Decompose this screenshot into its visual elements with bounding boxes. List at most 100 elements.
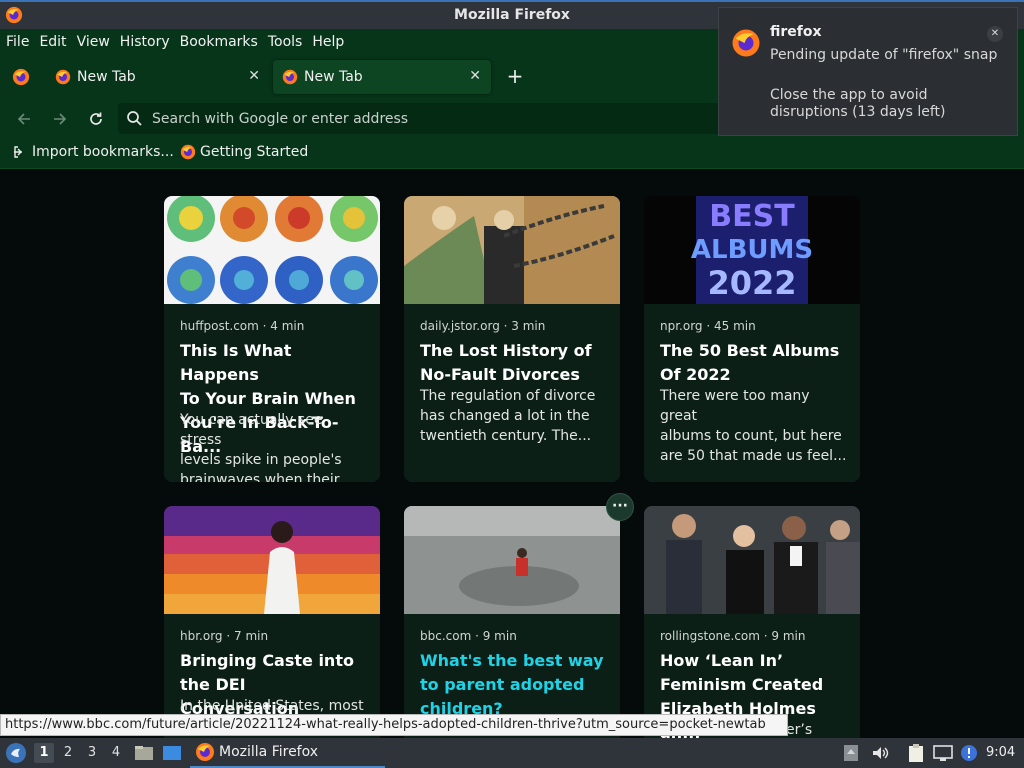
story-excerpt: er’s bbox=[786, 720, 860, 738]
firefox-icon bbox=[55, 69, 71, 85]
menu-help[interactable]: Help bbox=[312, 34, 344, 50]
taskbar-window-label: Mozilla Firefox bbox=[219, 744, 319, 760]
story-title-line: Feminism Created bbox=[660, 675, 824, 694]
screen: Mozilla Firefox File Edit View History B… bbox=[0, 0, 1024, 768]
story-card[interactable]: BEST ALBUMS 2022 npr.org · 45 min The 50… bbox=[644, 196, 860, 482]
tray-scroll-button[interactable] bbox=[843, 738, 859, 768]
volume-control[interactable] bbox=[871, 738, 889, 768]
menu-bookmarks[interactable]: Bookmarks bbox=[180, 34, 258, 50]
story-title: The Lost History of No-Fault Divorces bbox=[420, 339, 610, 387]
search-icon bbox=[127, 111, 142, 126]
story-excerpt-line: brainwaves when their wo... bbox=[180, 472, 340, 482]
menu-tools[interactable]: Tools bbox=[268, 34, 303, 50]
story-source: bbc.com · 9 min bbox=[420, 629, 517, 643]
taskbar: 1 2 3 4 Mozilla Firefox 9:04 bbox=[0, 738, 1024, 768]
bookmarks-toolbar: Import bookmarks... Getting Started bbox=[0, 139, 1024, 169]
story-excerpt: There were too many great albums to coun… bbox=[660, 386, 848, 466]
desktop-icon bbox=[163, 746, 181, 760]
address-bar[interactable] bbox=[118, 103, 738, 134]
story-excerpt-line: albums to count, but here bbox=[660, 428, 842, 444]
story-title-line: The 50 Best Albums bbox=[660, 341, 840, 360]
story-thumbnail bbox=[644, 506, 860, 614]
bookmark-getting-started[interactable]: Getting Started bbox=[180, 144, 308, 160]
story-card[interactable]: bbc.com · 9 min What's the best way to p… bbox=[404, 506, 620, 738]
firefox-icon bbox=[282, 69, 298, 85]
story-source: npr.org · 45 min bbox=[660, 319, 756, 333]
story-card[interactable]: hbr.org · 7 min Bringing Caste into the … bbox=[164, 506, 380, 738]
menu-edit[interactable]: Edit bbox=[39, 34, 66, 50]
story-card[interactable]: huffpost.com · 4 min This Is What Happen… bbox=[164, 196, 380, 482]
workspace-2[interactable]: 2 bbox=[58, 743, 78, 763]
story-source: rollingstone.com · 9 min bbox=[660, 629, 806, 643]
workspace-1[interactable]: 1 bbox=[34, 743, 54, 763]
firefox-icon bbox=[196, 743, 214, 761]
clipboard-tray[interactable] bbox=[907, 738, 925, 768]
story-thumbnail: BEST ALBUMS 2022 bbox=[644, 196, 860, 304]
taskbar-clock[interactable]: 9:04 bbox=[986, 745, 1015, 760]
notification-app-name: firefox bbox=[770, 24, 822, 40]
tab-new-tab-2[interactable]: New Tab ✕ bbox=[273, 60, 491, 94]
import-icon bbox=[14, 146, 22, 158]
url-input[interactable] bbox=[152, 106, 722, 131]
pinned-tab-firefox[interactable] bbox=[4, 62, 38, 92]
arrow-left-icon bbox=[17, 113, 30, 125]
story-title-line: Bringing Caste into bbox=[180, 651, 354, 670]
story-thumbnail bbox=[404, 196, 620, 304]
story-source: daily.jstor.org · 3 min bbox=[420, 319, 546, 333]
update-notification[interactable]: firefox ✕ Pending update of "firefox" sn… bbox=[718, 7, 1018, 136]
story-thumbnail bbox=[404, 506, 620, 614]
bookmark-label: Getting Started bbox=[200, 144, 309, 160]
new-tab-button[interactable]: + bbox=[503, 64, 527, 88]
update-notifier-tray[interactable] bbox=[960, 738, 978, 768]
file-manager-launcher[interactable] bbox=[134, 738, 154, 768]
story-excerpt-line: The regulation of divorce bbox=[420, 388, 596, 404]
card-context-menu-button[interactable]: ··· bbox=[606, 493, 634, 521]
story-title-line: This Is What Happens bbox=[180, 341, 292, 384]
thumb-text: BEST bbox=[709, 199, 795, 234]
forward-button[interactable] bbox=[48, 107, 72, 131]
workspace-4[interactable]: 4 bbox=[106, 743, 126, 763]
tab-new-tab-1[interactable]: New Tab ✕ bbox=[46, 60, 270, 94]
story-title-line: How ‘Lean In’ bbox=[660, 651, 784, 670]
story-card[interactable]: daily.jstor.org · 3 min The Lost History… bbox=[404, 196, 620, 482]
link-status-url: https://www.bbc.com/future/article/20221… bbox=[0, 714, 788, 736]
taskbar-window-firefox[interactable]: Mozilla Firefox bbox=[190, 738, 385, 768]
story-thumbnail bbox=[164, 196, 380, 304]
close-icon[interactable]: ✕ bbox=[987, 26, 1003, 42]
network-tray[interactable] bbox=[933, 738, 953, 768]
bookmark-import[interactable]: Import bookmarks... bbox=[12, 144, 174, 160]
thumb-text: ALBUMS bbox=[691, 235, 813, 265]
story-excerpt-line: There were too many great bbox=[660, 388, 810, 424]
notification-detail: Close the app to avoid disruptions (13 d… bbox=[770, 87, 946, 120]
story-card[interactable]: rollingstone.com · 9 min How ‘Lean In’ F… bbox=[644, 506, 860, 738]
story-title-line: Of 2022 bbox=[660, 365, 731, 384]
story-thumbnail bbox=[164, 506, 380, 614]
network-icon bbox=[933, 745, 953, 761]
show-desktop-launcher[interactable] bbox=[162, 738, 182, 768]
arrow-right-icon bbox=[54, 113, 67, 125]
story-title-line: To Your Brain When bbox=[180, 389, 356, 408]
story-title: The 50 Best Albums Of 2022 bbox=[660, 339, 850, 387]
tab-label: New Tab bbox=[77, 69, 136, 85]
start-menu-icon bbox=[6, 743, 26, 763]
story-title-line: No-Fault Divorces bbox=[420, 365, 580, 384]
firefox-icon bbox=[732, 29, 760, 57]
back-button[interactable] bbox=[12, 107, 36, 131]
story-title-line: The Lost History of bbox=[420, 341, 592, 360]
close-icon[interactable]: ✕ bbox=[248, 68, 260, 84]
reload-icon bbox=[90, 112, 102, 125]
menu-file[interactable]: File bbox=[6, 34, 29, 50]
bookmark-label: Import bookmarks... bbox=[32, 144, 174, 160]
workspace-3[interactable]: 3 bbox=[82, 743, 102, 763]
story-excerpt: The regulation of divorce has changed a … bbox=[420, 386, 608, 446]
reload-button[interactable] bbox=[84, 107, 108, 131]
start-menu-button[interactable] bbox=[5, 738, 27, 768]
close-icon[interactable]: ✕ bbox=[469, 68, 481, 84]
new-tab-page: huffpost.com · 4 min This Is What Happen… bbox=[0, 170, 1024, 738]
tab-label: New Tab bbox=[304, 69, 363, 85]
menu-view[interactable]: View bbox=[77, 34, 110, 50]
story-title-link[interactable]: What's the best way to parent adopted ch… bbox=[420, 649, 610, 721]
firefox-icon bbox=[12, 68, 30, 86]
story-excerpt-line: You can actually see stress bbox=[180, 412, 323, 448]
menu-history[interactable]: History bbox=[120, 34, 170, 50]
